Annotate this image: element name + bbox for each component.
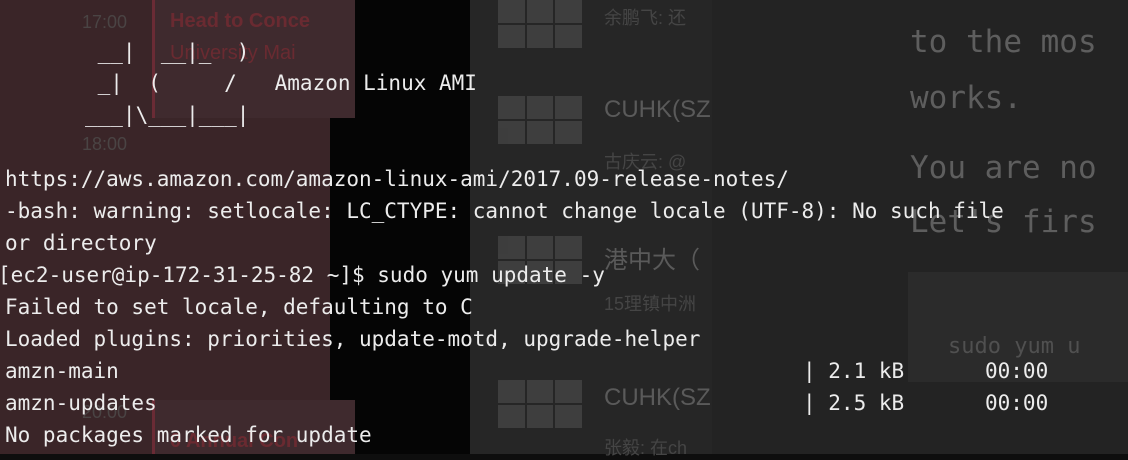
locale-warning-cont: or directory: [5, 231, 157, 255]
terminal-output[interactable]: __| __|_ ) _| ( / Amazon Linux AMI ___|\…: [0, 0, 1128, 454]
repo-time: 00:00: [985, 359, 1049, 383]
repo-size: | 2.5 kB: [803, 391, 905, 415]
repo-name: amzn-main: [5, 359, 119, 383]
locale-failure-message: Failed to set locale, defaulting to C: [5, 295, 473, 319]
repo-name: amzn-updates: [5, 391, 157, 415]
repo-time: 00:00: [985, 391, 1049, 415]
command-prompt: [ec2-user@ip-172-31-25-82 ~]$ sudo yum u…: [0, 263, 605, 287]
repo-size: | 2.1 kB: [803, 359, 905, 383]
plugins-loaded-message: Loaded plugins: priorities, update-motd,…: [5, 327, 701, 351]
locale-warning: -bash: warning: setlocale: LC_CTYPE: can…: [5, 199, 1004, 223]
ascii-art-line: __| __|_ ): [85, 40, 250, 64]
release-notes-url[interactable]: https://aws.amazon.com/amazon-linux-ami/…: [5, 163, 789, 195]
ascii-art-line: ___|\___|___|: [85, 103, 250, 127]
update-result-message: No packages marked for update: [5, 423, 372, 447]
ascii-art-line: _| ( / Amazon Linux AMI: [85, 71, 477, 95]
